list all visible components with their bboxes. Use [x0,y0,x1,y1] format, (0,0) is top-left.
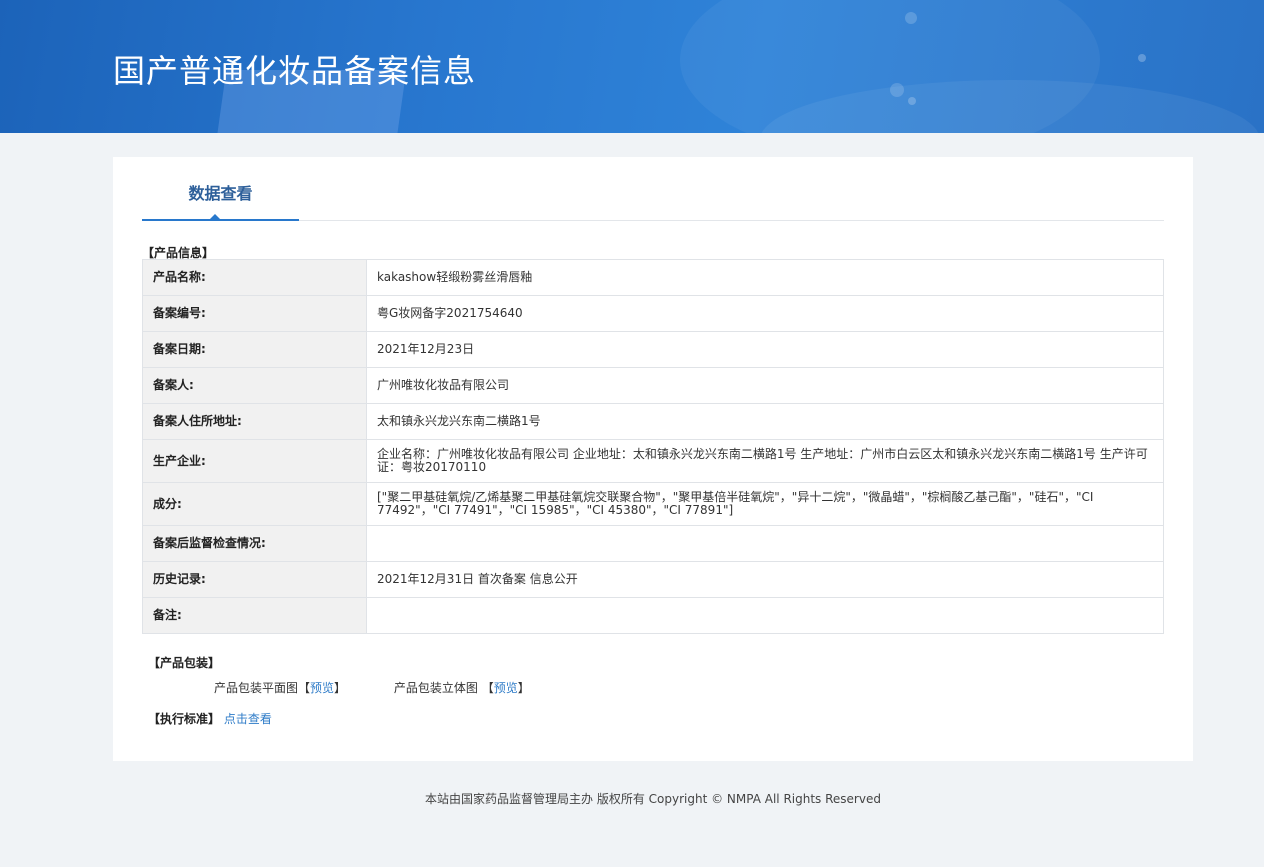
content-panel: 数据查看 【产品信息】 产品名称: kakashow轻缎粉雾丝滑唇釉 备案编号:… [113,157,1193,761]
table-row: 备案人住所地址: 太和镇永兴龙兴东南二横路1号 [142,403,1164,440]
page-title: 国产普通化妆品备案信息 [113,52,477,90]
row-label: 生产企业: [142,439,367,483]
row-label: 备案人住所地址: [142,403,367,440]
table-row: 成分: ["聚二甲基硅氧烷/乙烯基聚二甲基硅氧烷交联聚合物"，"聚甲基倍半硅氧烷… [142,482,1164,526]
row-label: 备案日期: [142,331,367,368]
row-value: 2021年12月23日 [366,331,1164,368]
table-row: 备案人: 广州唯妆化妆品有限公司 [142,367,1164,404]
tab-bar: 数据查看 [142,175,1164,221]
banner-dot [905,12,917,24]
row-label: 历史记录: [142,561,367,598]
table-row: 产品名称: kakashow轻缎粉雾丝滑唇釉 [142,259,1164,296]
row-label: 备案编号: [142,295,367,332]
table-row: 备注: [142,597,1164,634]
row-label: 备案人: [142,367,367,404]
row-value [366,597,1164,634]
tab-active-caret-icon [209,214,221,220]
packaging-links: 产品包装平面图【预览】 产品包装立体图 【预览】 [214,679,530,696]
tab-label: 数据查看 [188,184,253,203]
flat-image-preview-link[interactable]: 预览 [310,681,334,695]
banner-dot [908,97,916,105]
bracket-close: 】 [334,681,347,695]
table-row: 备案后监督检查情况: [142,525,1164,562]
bracket-open: 【 [298,681,311,695]
banner-dot [1138,54,1146,62]
table-row: 备案编号: 粤G妆网备字2021754640 [142,295,1164,332]
bracket-close: 】 [517,681,530,695]
row-value: 2021年12月31日 首次备案 信息公开 [366,561,1164,598]
standard-view-link[interactable]: 点击查看 [224,712,272,726]
standard-line: 【执行标准】 点击查看 [148,710,272,727]
banner-dot [890,83,904,97]
row-value: 粤G妆网备字2021754640 [366,295,1164,332]
stereo-image-label: 产品包装立体图 [393,681,478,695]
row-label: 产品名称: [142,259,367,296]
product-info-table: 产品名称: kakashow轻缎粉雾丝滑唇釉 备案编号: 粤G妆网备字20217… [142,259,1164,634]
row-value: ["聚二甲基硅氧烷/乙烯基聚二甲基硅氧烷交联聚合物"，"聚甲基倍半硅氧烷"，"异… [366,482,1164,526]
footer-copyright: 本站由国家药品监督管理局主办 版权所有 Copyright © NMPA All… [425,792,881,806]
row-value: 广州唯妆化妆品有限公司 [366,367,1164,404]
packaging-title: 【产品包装】 [148,656,221,670]
stereo-image-preview-link[interactable]: 预览 [494,681,518,695]
flat-image-group: 产品包装平面图【预览】 [214,679,346,696]
row-value: 太和镇永兴龙兴东南二横路1号 [366,403,1164,440]
stereo-image-group: 产品包装立体图 【预览】 [394,679,530,696]
table-row: 历史记录: 2021年12月31日 首次备案 信息公开 [142,561,1164,598]
table-row: 生产企业: 企业名称：广州唯妆化妆品有限公司 企业地址：太和镇永兴龙兴东南二横路… [142,439,1164,483]
row-value [366,525,1164,562]
row-value: 企业名称：广州唯妆化妆品有限公司 企业地址：太和镇永兴龙兴东南二横路1号 生产地… [366,439,1164,483]
row-label: 备注: [142,597,367,634]
standard-title: 【执行标准】 [148,712,221,726]
row-label: 备案后监督检查情况: [142,525,367,562]
bracket-open: 【 [481,681,494,695]
tab-data-view[interactable]: 数据查看 [142,175,299,221]
header-banner: 国产普通化妆品备案信息 [0,0,1264,133]
row-value: kakashow轻缎粉雾丝滑唇釉 [366,259,1164,296]
table-row: 备案日期: 2021年12月23日 [142,331,1164,368]
flat-image-label: 产品包装平面图 [214,681,299,695]
row-label: 成分: [142,482,367,526]
